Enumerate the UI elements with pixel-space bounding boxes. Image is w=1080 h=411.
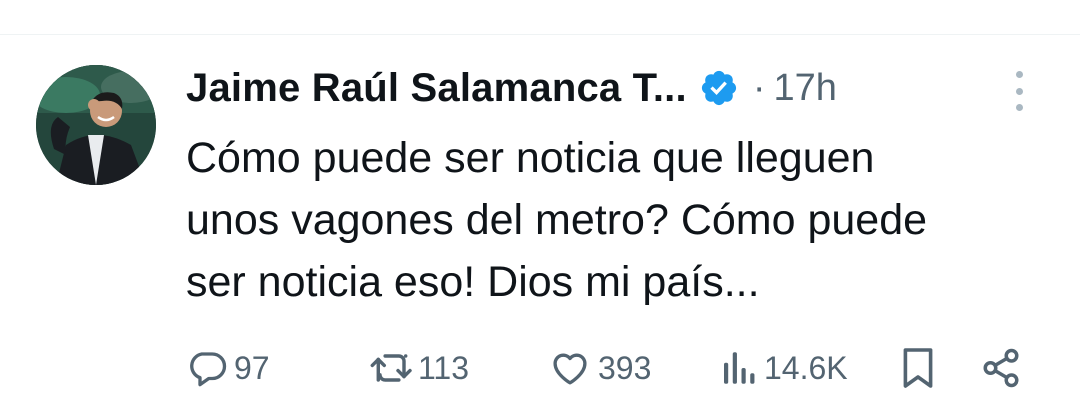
heart-icon [548,347,592,389]
reply-icon [186,347,228,389]
reply-button[interactable]: 97 [186,343,270,393]
reply-count: 97 [234,349,270,386]
bookmark-button[interactable] [900,343,936,393]
bookmark-icon [900,346,936,390]
tweet-actions: 97 113 393 14.6K [186,343,1036,393]
avatar[interactable] [36,65,156,185]
header-separator: · [752,66,766,109]
views-count: 14.6K [764,349,848,386]
views-chart-icon [718,347,758,389]
more-vertical-icon[interactable] [1006,71,1032,111]
views-button[interactable]: 14.6K [718,343,848,393]
tweet-timestamp[interactable]: 17h [773,67,836,110]
tweet-text: Cómo puede ser noticia que lleguen unos … [186,134,928,306]
tweet-header: Jaime Raúl Salamanca T... · 17h [186,63,837,113]
retweet-count: 113 [418,349,470,386]
retweet-icon [368,347,416,389]
tweet-card[interactable]: Jaime Raúl Salamanca T... · 17h Cómo pue… [0,35,1080,411]
like-button[interactable]: 393 [548,343,651,393]
author-display-name[interactable]: Jaime Raúl Salamanca T... [186,66,687,111]
like-count: 393 [598,349,652,386]
retweet-button[interactable]: 113 [368,343,469,393]
more-dot [1015,87,1023,95]
share-button[interactable] [980,343,1022,393]
more-dot [1015,71,1023,78]
avatar-photo [36,65,156,185]
verified-badge-icon [699,68,739,108]
more-dot [1015,104,1023,111]
share-icon [980,347,1022,389]
